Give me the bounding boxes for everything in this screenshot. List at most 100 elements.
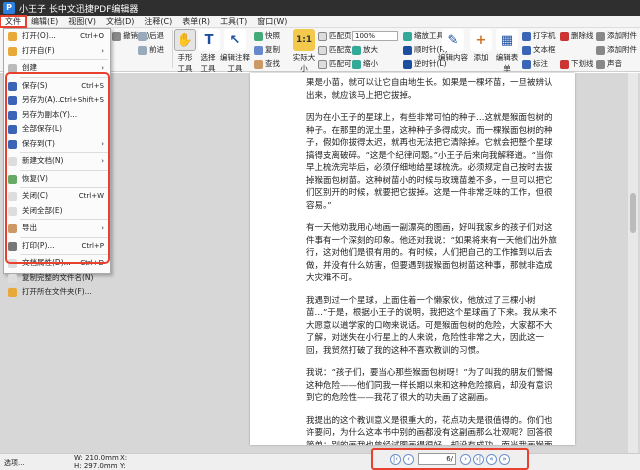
open-folder-icon [8, 32, 17, 41]
menu-bar: 文件 编辑(E) 视图(V) 文档(D) 注释(C) 表单(R) 工具(T) 窗… [0, 15, 640, 28]
zoom-out-icon [352, 59, 361, 69]
strikeout-icon [560, 31, 569, 41]
menu-item-copy-full-filename[interactable]: 复制完整的文件名(N) [4, 271, 110, 286]
speaker-icon [596, 59, 605, 69]
copy-icon [254, 45, 263, 55]
menu-comment[interactable]: 注释(C) [139, 16, 177, 27]
attachment-icon [596, 45, 605, 55]
rotate-cw-icon [403, 45, 412, 55]
menu-item-export[interactable]: 导出 › [4, 221, 110, 236]
menu-item-open[interactable]: 打开(O)... Ctrl+O [4, 29, 110, 44]
actual-size-button[interactable]: 1:1 实际大小 [292, 29, 316, 74]
page-number-input[interactable]: 6/ [418, 453, 456, 465]
vertical-scrollbar[interactable] [628, 73, 638, 453]
next-page-button[interactable]: › [460, 453, 471, 465]
menu-item-open-from[interactable]: 打开自(F) › [4, 44, 110, 59]
menu-item-save-all[interactable]: 全部保存(L) [4, 122, 110, 137]
back-icon [138, 31, 147, 41]
zoom-out-button[interactable]: 缩小 [352, 58, 378, 69]
find-button[interactable]: 查找 [254, 58, 280, 69]
menu-separator [20, 152, 108, 153]
save-as-icon [8, 96, 17, 105]
menu-item-close[interactable]: 关闭(C) Ctrl+W [4, 189, 110, 204]
menu-separator [20, 169, 108, 171]
menu-item-save[interactable]: 保存(S) Ctrl+S [4, 79, 110, 94]
submenu-arrow-icon: › [101, 224, 104, 232]
typewriter-button[interactable]: 打字机 [522, 30, 556, 41]
callout-button[interactable]: 标注 [522, 58, 548, 69]
hand-icon: ✋ [174, 29, 196, 51]
menu-window[interactable]: 窗口(W) [252, 16, 292, 27]
previous-page-button[interactable]: ‹ [403, 453, 414, 465]
camera-icon [254, 31, 263, 41]
rotate-ccw-icon [403, 59, 412, 69]
menu-item-create[interactable]: 创建 › [4, 61, 110, 76]
last-page-button[interactable]: ›| [473, 453, 484, 465]
menu-separator [20, 187, 108, 188]
menu-separator [20, 236, 108, 238]
close-document-icon [8, 192, 17, 201]
add-attachment-button[interactable]: 添加附件 [596, 30, 637, 41]
menu-separator [20, 59, 108, 60]
edit-content-icon: ✎ [442, 29, 464, 51]
menu-item-save-copy[interactable]: 另存为副本(Y)... [4, 108, 110, 123]
save-all-icon [8, 125, 17, 134]
copy-button[interactable]: 复制 [254, 44, 280, 55]
menu-item-print[interactable]: 打印(P)... Ctrl+P [4, 239, 110, 254]
menu-item-save-as[interactable]: 另存为(A)... Ctrl+Shift+S [4, 93, 110, 108]
options-dropdown[interactable]: 选项... [4, 458, 25, 468]
paragraph: 我遇到过一个星球，上面住着一个懒家伙，他放过了三棵小树苗…”于是，根据小王子的说… [306, 295, 557, 356]
cursor-y-readout: Y: [120, 462, 126, 470]
paragraph: 果是小苗，就可以让它自由地生长。如果是一棵坏苗，一旦被辨认出来，就应该马上把它拔… [306, 78, 553, 101]
add-icon: + [470, 29, 492, 51]
menu-item-document-properties[interactable]: 文档属性(D)... Ctrl+D [4, 256, 110, 271]
select-tool-button[interactable]: T 选择工具 [198, 29, 220, 74]
textbox-button[interactable]: 文本框 [522, 44, 556, 55]
undo-icon [112, 31, 121, 41]
magnifier-icon [403, 31, 412, 41]
forward-button[interactable]: 前进 [138, 44, 164, 55]
revert-icon [8, 174, 17, 184]
snapshot-button[interactable]: 快照 [254, 30, 280, 41]
zoom-select[interactable]: 100% [352, 31, 398, 41]
edit-annotation-tool-button[interactable]: ↖ 编辑注释工具 [220, 29, 250, 74]
paragraph: 我提出的这个教训意义是很重大的，花点功夫是很值得的。你们也许要问，为什么这本书中… [306, 415, 553, 446]
strikeout-button[interactable]: 删除线 [560, 30, 594, 41]
edit-form-button[interactable]: ▦ 编辑表单 [494, 29, 520, 74]
back-view-button[interactable]: « [486, 453, 497, 465]
edit-form-icon: ▦ [496, 29, 518, 51]
forward-view-button[interactable]: » [499, 453, 510, 465]
submenu-arrow-icon: › [101, 157, 104, 165]
hand-tool-button[interactable]: ✋ 手形工具 [174, 29, 196, 74]
first-page-button[interactable]: |‹ [390, 453, 401, 465]
menu-item-open-containing-folder[interactable]: 打开所在文件夹(F)... [4, 285, 110, 300]
zoom-in-button[interactable]: 放大 [352, 44, 378, 55]
cursor-x-readout: X: [120, 454, 128, 462]
menu-form[interactable]: 表单(R) [177, 16, 215, 27]
underline-button[interactable]: 下划线 [560, 58, 594, 69]
menu-item-close-all[interactable]: 关闭全部(E) [4, 204, 110, 219]
status-bar: 选项... W: 210.0mm H: 297.0mm X: Y: [0, 453, 640, 470]
page-navigator: |‹ ‹ 6/ › ›| « » [371, 448, 529, 470]
add-attachment-button-2[interactable]: 添加附件 [596, 44, 637, 55]
save-to-icon [8, 139, 17, 149]
edit-content-button[interactable]: ✎ 编辑内容 [438, 29, 468, 63]
sound-button[interactable]: 声音 [596, 58, 622, 69]
scrollbar-thumb[interactable] [630, 193, 636, 233]
menu-item-revert[interactable]: 恢复(V) [4, 172, 110, 187]
menu-file[interactable]: 文件 [0, 15, 27, 28]
page-height-readout: H: 297.0mm [74, 462, 118, 470]
properties-icon [8, 259, 17, 268]
menu-item-new-document[interactable]: 新建文档(N) › [4, 154, 110, 169]
menu-document[interactable]: 文档(D) [101, 16, 139, 27]
add-button[interactable]: + 添加 [470, 29, 492, 63]
menu-item-save-to[interactable]: 保存到(T) › [4, 137, 110, 152]
text-select-icon: T [198, 29, 220, 51]
app-logo-icon: P [3, 2, 15, 14]
menu-edit[interactable]: 编辑(E) [26, 16, 63, 27]
back-button[interactable]: 后退 [138, 30, 164, 41]
document-page[interactable]: 果是小苗，就可以让它自由地生长。如果是一棵坏苗，一旦被辨认出来，就应该马上把它拔… [250, 73, 575, 445]
export-icon [8, 224, 17, 233]
menu-tools[interactable]: 工具(T) [215, 16, 252, 27]
menu-view[interactable]: 视图(V) [63, 16, 101, 27]
